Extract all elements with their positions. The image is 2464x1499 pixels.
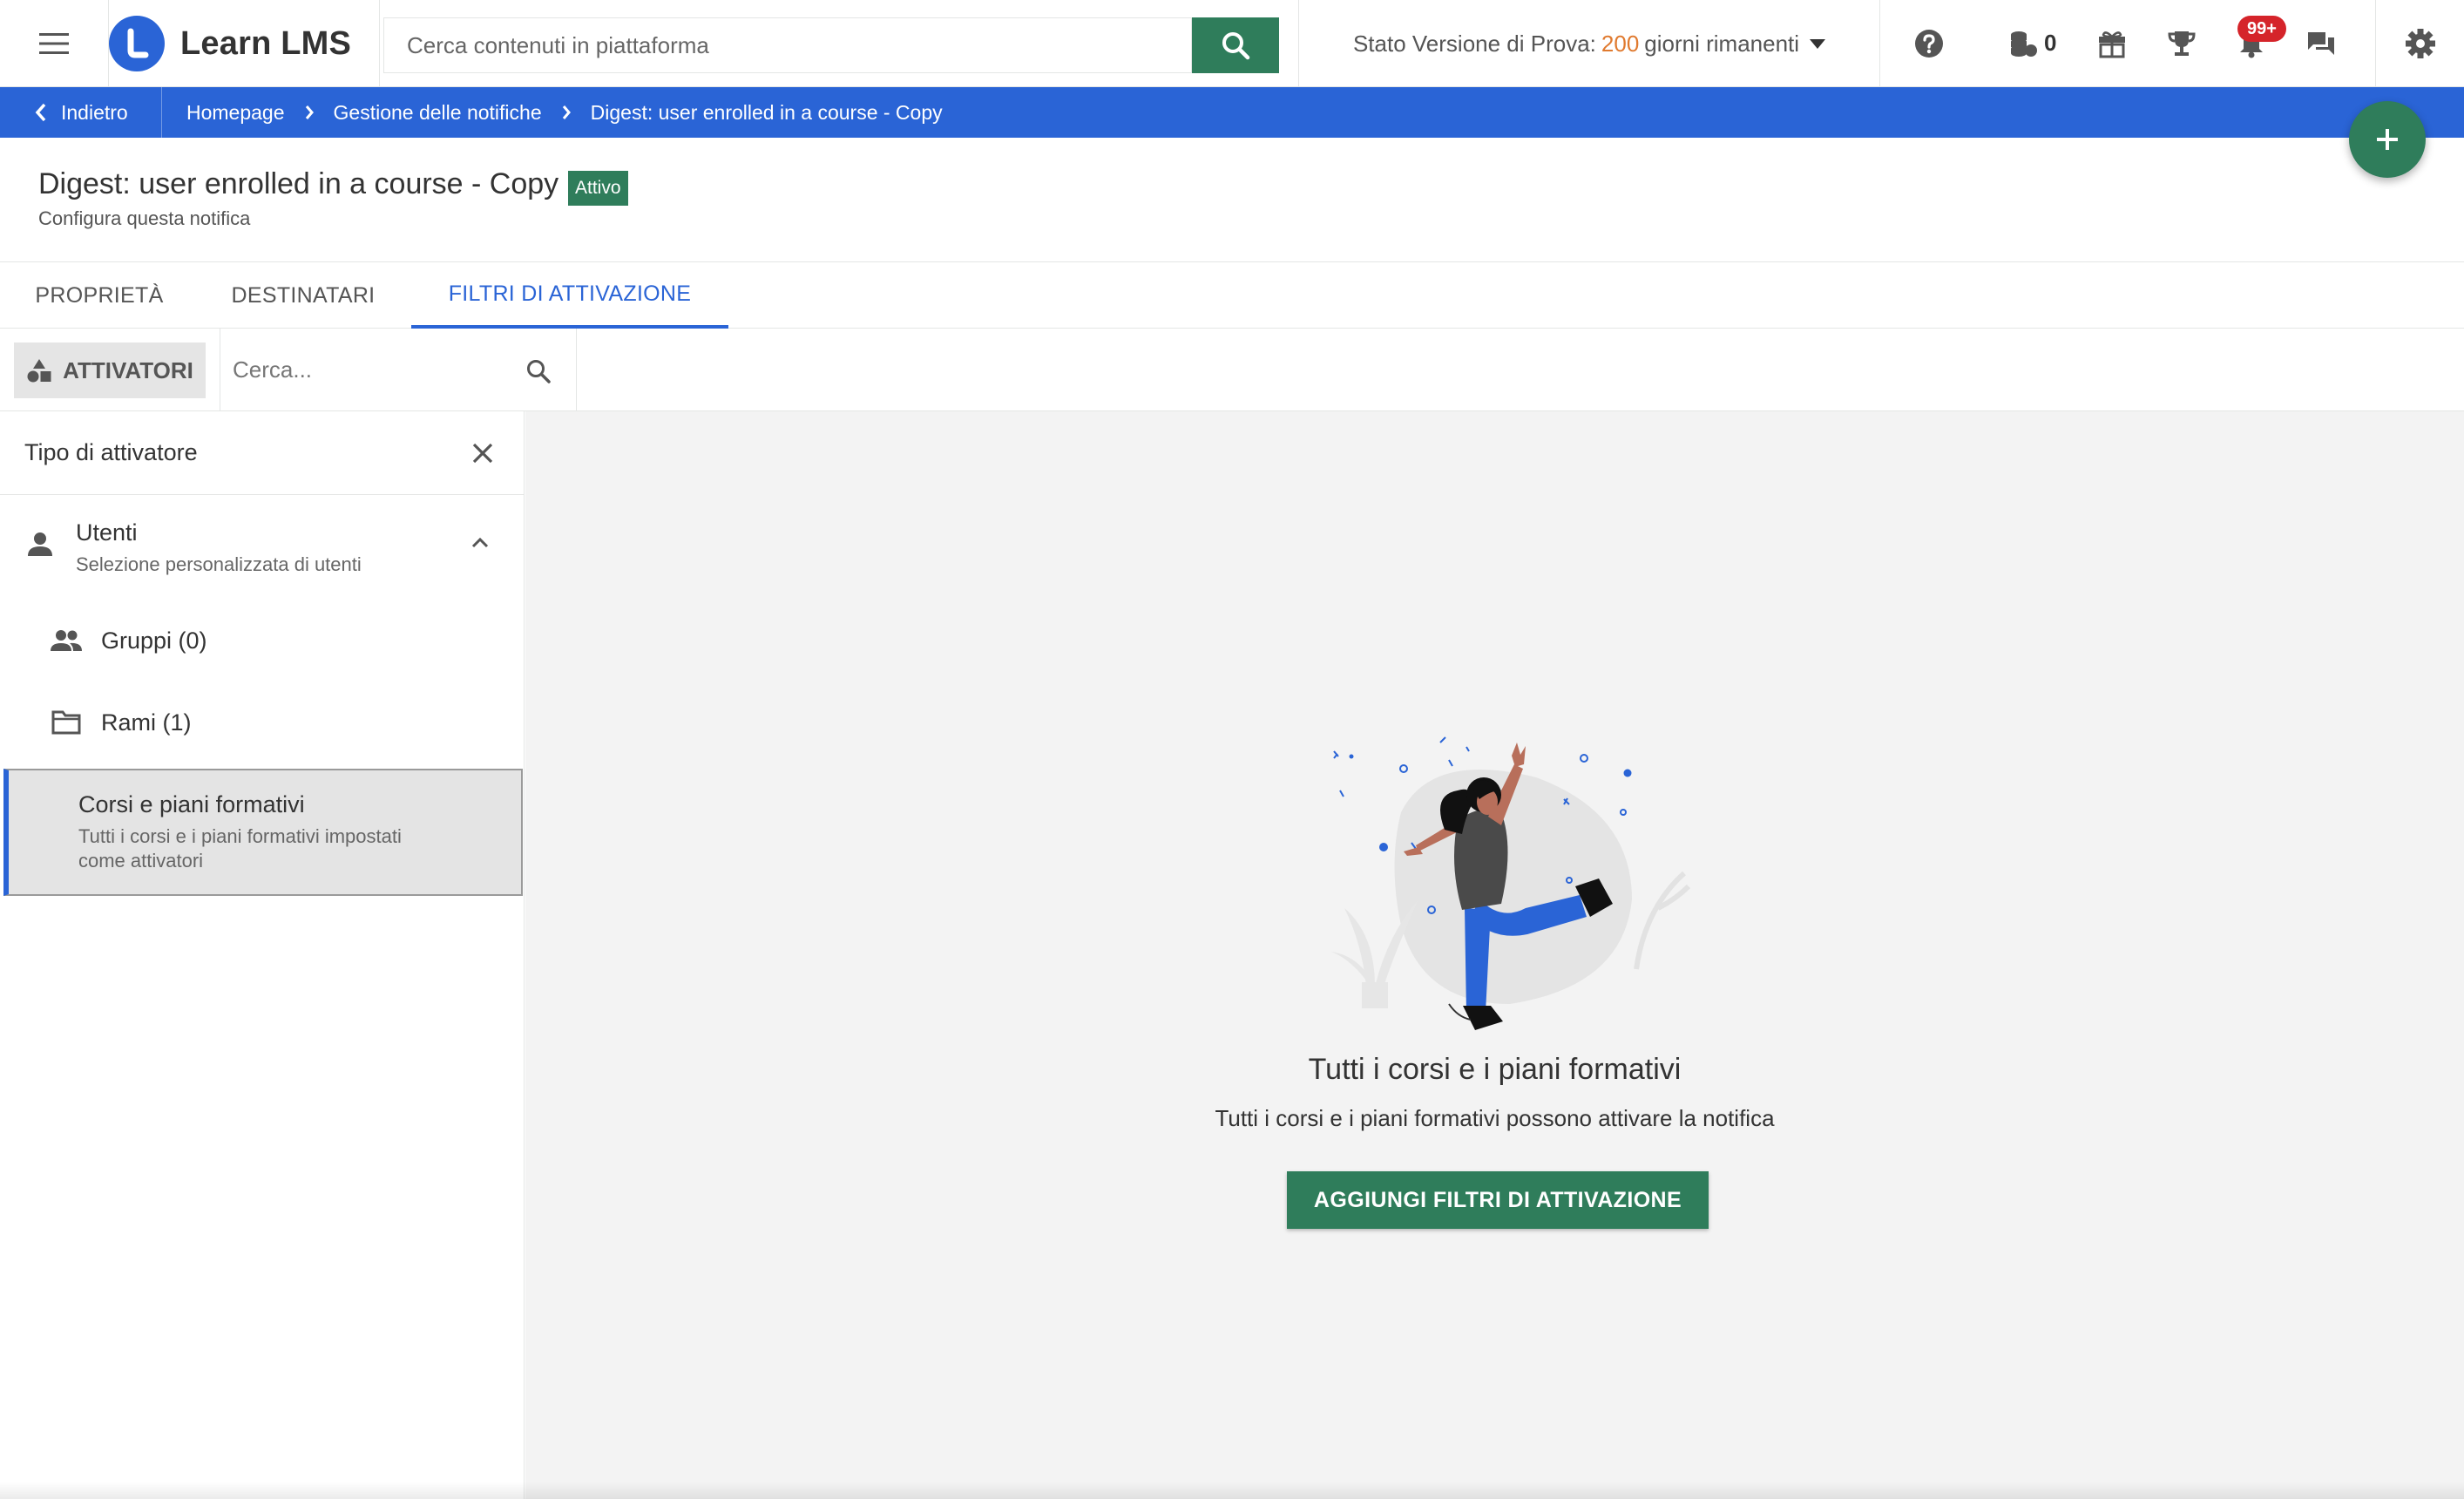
shapes-icon — [27, 359, 51, 383]
settings-button[interactable] — [2375, 0, 2464, 87]
breadcrumb-homepage[interactable]: Homepage — [186, 101, 285, 125]
page-subtitle: Configura questa notifica — [38, 207, 251, 229]
close-icon[interactable] — [467, 437, 498, 469]
logo-icon — [109, 16, 165, 71]
back-label: Indietro — [61, 100, 128, 124]
activator-branches-label: Rami (1) — [101, 709, 192, 736]
tab-bar: PROPRIETÀ DESTINATARI FILTRI DI ATTIVAZI… — [0, 262, 2464, 329]
bottom-shadow — [0, 1482, 2464, 1499]
global-search-button[interactable] — [1192, 17, 1279, 73]
trophy-icon[interactable] — [2161, 23, 2203, 64]
person-icon — [26, 530, 54, 558]
chevron-right-icon — [561, 104, 572, 121]
people-icon — [49, 627, 84, 655]
app-logo[interactable]: Learn LMS — [108, 0, 380, 87]
breadcrumb-current: Digest: user enrolled in a course - Copy — [590, 100, 943, 124]
activator-groups[interactable]: Gruppi (0) — [0, 601, 525, 683]
tab-properties[interactable]: PROPRIETÀ — [21, 262, 178, 329]
filter-toolbar: ATTIVATORI — [0, 329, 2464, 411]
page-title: Digest: user enrolled in a course - Copy — [38, 167, 559, 200]
tab-recipients[interactable]: DESTINATARI — [216, 262, 390, 329]
empty-state-title: Tutti i corsi e i piani formativi — [1308, 1053, 1682, 1086]
add-activation-filters-button[interactable]: AGGIUNGI FILTRI DI ATTIVAZIONE — [1287, 1171, 1709, 1229]
activators-search-input[interactable] — [220, 343, 499, 397]
coins-icon[interactable] — [2002, 23, 2044, 64]
top-header: Learn LMS Stato Versione di Prova: 200 g… — [0, 0, 2464, 87]
activator-users[interactable]: Utenti Selezione personalizzata di utent… — [0, 495, 525, 601]
activator-type-panel: Tipo di attivatore Utenti Selezione pers… — [0, 411, 525, 1499]
folder-icon — [51, 708, 82, 736]
plus-icon — [2377, 129, 2398, 150]
credits-count: 0 — [2044, 30, 2057, 56]
activation-filters-content: Tutti i corsi e i piani formativi Tutti … — [525, 411, 2464, 1499]
app-name: Learn LMS — [180, 24, 352, 62]
activator-courses-sub-2: come attivatori — [78, 850, 204, 872]
gift-icon[interactable] — [2091, 23, 2133, 64]
menu-icon[interactable] — [19, 24, 89, 63]
gear-icon — [2405, 29, 2435, 58]
global-search-input[interactable] — [384, 18, 1191, 72]
help-icon[interactable] — [1908, 23, 1950, 64]
activator-users-label: Utenti — [76, 519, 138, 546]
activator-courses[interactable]: Corsi e piani formativi Tutti i corsi e … — [3, 769, 523, 896]
activator-groups-label: Gruppi (0) — [101, 627, 207, 654]
chevron-right-icon — [304, 104, 315, 121]
activators-label: ATTIVATORI — [63, 356, 193, 383]
back-button[interactable]: Indietro — [0, 87, 162, 138]
panel-title: Tipo di attivatore — [24, 439, 198, 465]
trial-prefix: Stato Versione di Prova: — [1352, 30, 1596, 57]
caret-down-icon — [1810, 38, 1826, 49]
chevron-left-icon — [35, 103, 46, 122]
activator-courses-sub-1: Tutti i corsi e i piani formativi impost… — [78, 825, 402, 847]
tab-activation-filters[interactable]: FILTRI DI ATTIVAZIONE — [411, 262, 728, 329]
chevron-up-icon[interactable] — [470, 535, 490, 549]
activator-courses-label: Corsi e piani formativi — [78, 791, 305, 817]
status-badge: Attivo — [568, 171, 628, 206]
empty-state-subtitle: Tutti i corsi e i piani formativi posson… — [1215, 1105, 1775, 1131]
trial-days: 200 — [1601, 30, 1640, 57]
notifications-badge: 99+ — [2237, 16, 2286, 42]
activators-button[interactable]: ATTIVATORI — [14, 343, 206, 398]
search-icon[interactable] — [525, 358, 552, 390]
activators-search — [220, 329, 577, 411]
add-fab-button[interactable] — [2349, 101, 2426, 178]
trial-suffix: giorni rimanenti — [1644, 30, 1800, 57]
activator-branches[interactable]: Rami (1) — [0, 683, 525, 765]
celebration-illustration — [1292, 682, 1710, 1030]
chat-icon[interactable] — [2300, 23, 2342, 64]
panel-header: Tipo di attivatore — [0, 411, 525, 495]
global-search — [383, 17, 1192, 73]
search-icon — [1222, 32, 1250, 60]
trial-status-dropdown[interactable]: Stato Versione di Prova: 200 giorni rima… — [1298, 0, 1880, 87]
breadcrumb: Indietro Homepage Gestione delle notific… — [0, 87, 2464, 138]
breadcrumb-notifications[interactable]: Gestione delle notifiche — [334, 101, 542, 125]
activator-users-sub: Selezione personalizzata di utenti — [76, 553, 362, 575]
